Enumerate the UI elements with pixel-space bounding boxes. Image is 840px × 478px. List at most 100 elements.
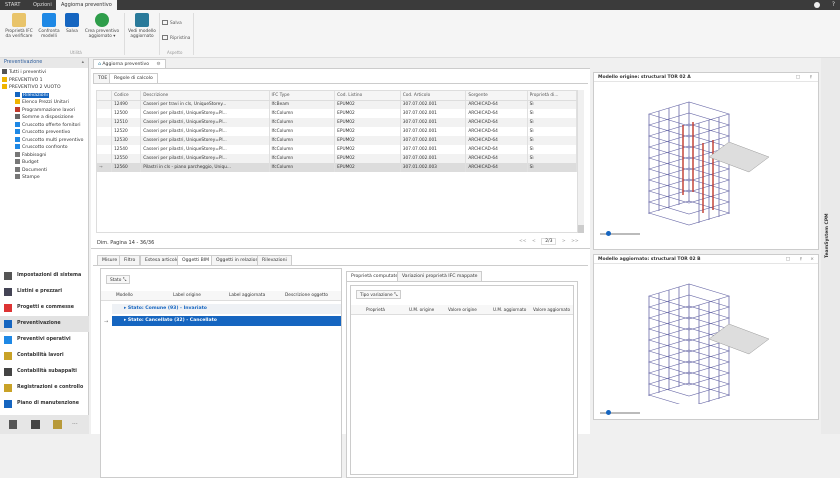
group-row-cancellato[interactable]: ▸ Stato: Cancellato (32) - Cancellato [112,316,341,326]
column-header[interactable]: Cod. Articolo [400,91,467,101]
col-label-aggiornata[interactable]: Label aggiornata [229,291,265,301]
tree-item[interactable]: PREVENTIVO 1 [0,76,88,85]
zoom-slider[interactable] [600,410,640,415]
nav-item[interactable]: Registrazioni e controllo [0,380,89,396]
tab-regole-di-calcolo[interactable]: Regole di calcolo [109,73,158,83]
user-icon[interactable] [814,2,820,8]
grid-header: Codice Descrizione IFC Type Cod. Listino Cod… [97,91,577,101]
table-row[interactable]: 12540 Casseri per pilastri, UniqueStorey=… [97,145,577,154]
tree-item[interactable]: Stampe [0,174,88,182]
group-by-chip[interactable]: Stato ⤡ [106,275,131,284]
tree-item[interactable]: Somme a disposizione [0,114,88,122]
bottom-tab[interactable]: Oggetti BIM [177,255,215,265]
col-modello[interactable]: Modello [116,291,133,301]
group-row-invariato[interactable]: ▸ Stato: Comune (93) - Invariato [112,304,341,314]
tree-item[interactable]: Elenco Prezzi Unitari [0,99,88,107]
table-row[interactable]: 12490 Casseri per travi in cls, UniqueSto… [97,100,577,109]
tab-variazioni-ifc[interactable]: Variazioni proprietà IFC mappate [397,271,483,281]
card-icon[interactable] [31,420,40,429]
next-page-button[interactable]: > [562,239,566,244]
table-cell: 307.07.002.001 [400,145,467,154]
tree-item[interactable]: Documenti [0,166,88,175]
settings-icon[interactable]: ⚙ [157,62,161,67]
table-row[interactable]: 12510 Casseri per pilastri, UniqueStorey=… [97,118,577,127]
tab-proprieta-computate[interactable]: Proprietà computate [346,271,404,281]
nav-item[interactable]: Impostazioni di sistema [0,268,89,284]
nav-item[interactable]: Preventivi operativi [0,332,89,348]
save-button[interactable]: Salva [63,13,81,34]
more-button[interactable]: ... [72,419,78,426]
column-header[interactable]: Cod. Listino [334,91,401,101]
tree-item[interactable]: Tutti i preventivi [0,69,88,77]
pin-icon[interactable]: ⫯ [800,255,802,264]
tree-item[interactable]: PREVENTIVO 2 VUOTO [0,84,88,92]
side-tab-teamsystem-cpm[interactable]: TeamSystem CPM [825,213,830,258]
table-row[interactable]: → 12560 Pilastri in cls - piano parcheggio… [97,163,577,172]
help-icon[interactable]: ? [832,1,835,8]
tree-item[interactable]: Programmazione lavori [0,106,88,115]
save-layout-button[interactable]: Salva [162,20,182,26]
nav-item[interactable]: Preventivazione [0,316,89,332]
tree-item-icon [15,174,20,179]
maximize-icon[interactable]: □ [786,255,790,264]
nav-item[interactable]: Contabilità subappalti [0,364,89,380]
group-by-chip[interactable]: Tipo variazione ⤡ [356,290,402,299]
nav-item[interactable]: Listini e prezzari [0,284,89,300]
tree-item[interactable]: Cruscotto offerte fornitori [0,121,88,130]
maximize-icon[interactable]: □ [796,73,800,82]
tab-opzioni[interactable]: Opzioni [28,0,57,10]
column-header[interactable]: Descrizione [140,91,270,101]
table-cell: ARCHICAD-64 [465,163,528,172]
left-panel-header[interactable]: Preventivazione ▴ [0,58,88,68]
tree-item[interactable]: Cruscotto preventivo [0,129,88,137]
prev-page-button[interactable]: < [532,239,536,244]
col-proprieta[interactable]: Proprietà [366,305,385,315]
col-valore-origine[interactable]: Valore origine [448,305,477,315]
table-cell: Casseri per pilastri, UniqueStorey=PI... [140,127,270,136]
table-row[interactable]: 12550 Casseri per pilastri, UniqueStorey=… [97,154,577,163]
col-valore-aggiornato[interactable]: Valore aggiornato [533,305,570,315]
tree-item[interactable]: Cruscotto multi preventivo [0,136,88,145]
list-icon[interactable] [9,420,17,429]
compare-models-button[interactable]: Confronta modelli [36,13,62,39]
col-um-aggiornato[interactable]: U.M. aggiornato [493,305,526,315]
column-header[interactable]: IFC Type [269,91,336,101]
create-estimate-button[interactable]: Crea preventivo aggiornato ▾ [82,13,122,39]
restore-layout-button[interactable]: Ripristina [162,35,190,41]
tools-icon[interactable] [53,420,62,429]
column-header[interactable]: Codice [111,91,142,101]
column-header[interactable]: Sorgente [465,91,528,101]
tree-item[interactable]: Fabbisogni [0,151,88,160]
view-model-button[interactable]: Vedi modello aggiornato [127,13,157,39]
table-row[interactable]: 12530 Casseri per pilastri, UniqueStorey=… [97,136,577,145]
origin-model-viewer[interactable] [594,82,818,232]
nav-item[interactable]: Contabilità lavori [0,348,89,364]
tree-item-icon [2,76,7,82]
table-row[interactable]: 12500 Casseri per pilastri, UniqueStorey=… [97,109,577,118]
ifc-properties-button[interactable]: Proprietà IFC da verificare [2,13,36,39]
updated-model-viewer[interactable] [594,264,818,408]
table-row[interactable]: 12520 Casseri per pilastri, UniqueStorey=… [97,127,577,136]
first-page-button[interactable]: << [519,239,527,244]
scrollbar[interactable] [578,90,584,233]
close-icon[interactable]: × [810,255,814,264]
nav-item[interactable]: Piano di manutenzione [0,396,89,412]
tree-item[interactable]: Budget [0,159,88,167]
nav-item[interactable]: Progetti e commesse [0,300,89,316]
last-page-button[interactable]: >> [571,239,579,244]
bottom-tab[interactable]: Rilevazioni [257,255,292,265]
tab-start[interactable]: START [0,0,25,10]
tree-item[interactable]: Rilevazioni [0,91,88,100]
col-descrizione[interactable]: Descrizione oggetto [285,291,328,301]
doc-tab-aggiorna-preventivo[interactable]: ⌂ Aggiorna preventivo ⚙ [93,59,166,69]
pin-icon[interactable]: ⫯ [810,73,812,82]
document-tab-bar: ⌂ Aggiorna preventivo ⚙ [91,58,590,69]
zoom-slider[interactable] [600,231,640,236]
bottom-tab[interactable]: Filtro [119,255,141,265]
tree-item[interactable]: Cruscotto confronto [0,144,88,152]
col-um-origine[interactable]: U.M. origine [409,305,434,315]
page-number[interactable]: 2/3 [541,238,557,245]
column-header[interactable]: Proprietà di... [527,91,577,101]
tab-aggiorna-preventivo[interactable]: Aggiorna preventivo [56,0,117,10]
col-label-origine[interactable]: Label origine [173,291,201,301]
